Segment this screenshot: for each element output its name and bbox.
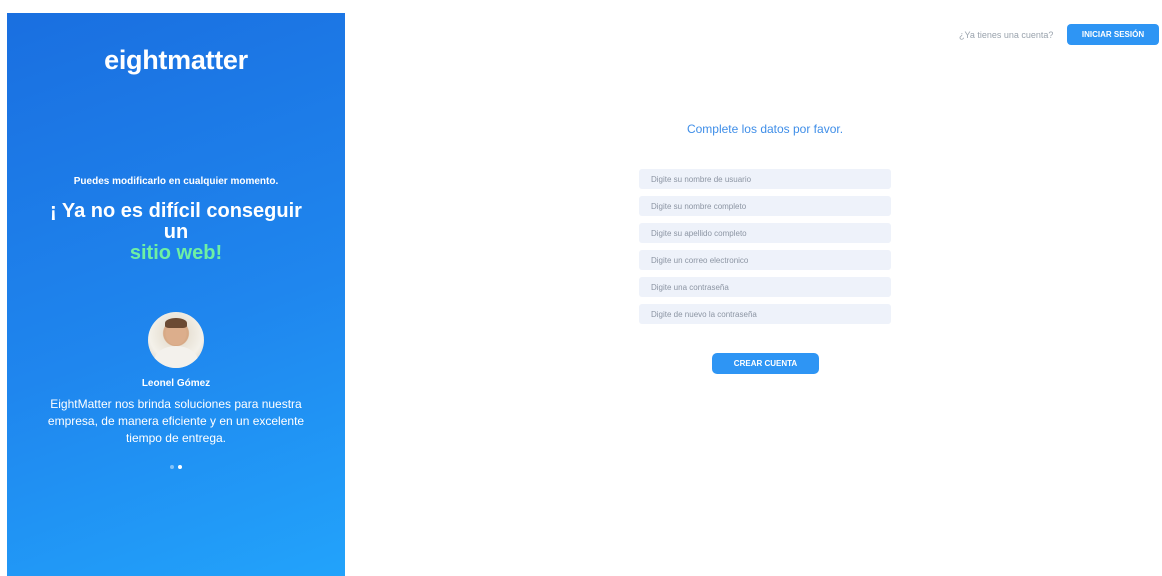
form-title: Complete los datos por favor. — [686, 122, 844, 136]
carousel-dots — [7, 465, 345, 469]
headline-accent: sitio web! — [129, 242, 223, 264]
brand-logo: eightmatter — [104, 45, 248, 75]
headline-line-1: ¡ Ya no es difícil conseguir — [50, 200, 302, 222]
testimonial-text: EightMatter nos brinda soluciones para n… — [47, 397, 305, 445]
last-name-field[interactable] — [639, 223, 891, 243]
carousel-dot-2[interactable] — [178, 465, 182, 469]
carousel-dot-1[interactable] — [170, 465, 174, 469]
promo-tagline: Puedes modificarlo en cualquier momento. — [73, 176, 279, 187]
avatar-body — [154, 346, 198, 368]
avatar-hair — [165, 318, 187, 328]
avatar — [148, 312, 204, 368]
signup-page: eightmatter Puedes modificarlo en cualqu… — [0, 0, 1162, 576]
promo-headline: ¡ Ya no es difícil conseguir un sitio we… — [7, 201, 345, 264]
headline-line-2: un — [163, 221, 189, 243]
username-field[interactable] — [639, 169, 891, 189]
promo-panel: eightmatter Puedes modificarlo en cualqu… — [7, 13, 345, 576]
confirm-password-field[interactable] — [639, 304, 891, 324]
create-account-button[interactable]: CREAR CUENTA — [712, 353, 819, 374]
password-field[interactable] — [639, 277, 891, 297]
testimonial-author: Leonel Gómez — [141, 378, 211, 389]
login-button[interactable]: INICIAR SESIÓN — [1067, 24, 1159, 45]
have-account-text: ¿Ya tienes una cuenta? — [959, 30, 1054, 40]
email-field[interactable] — [639, 250, 891, 270]
full-name-field[interactable] — [639, 196, 891, 216]
